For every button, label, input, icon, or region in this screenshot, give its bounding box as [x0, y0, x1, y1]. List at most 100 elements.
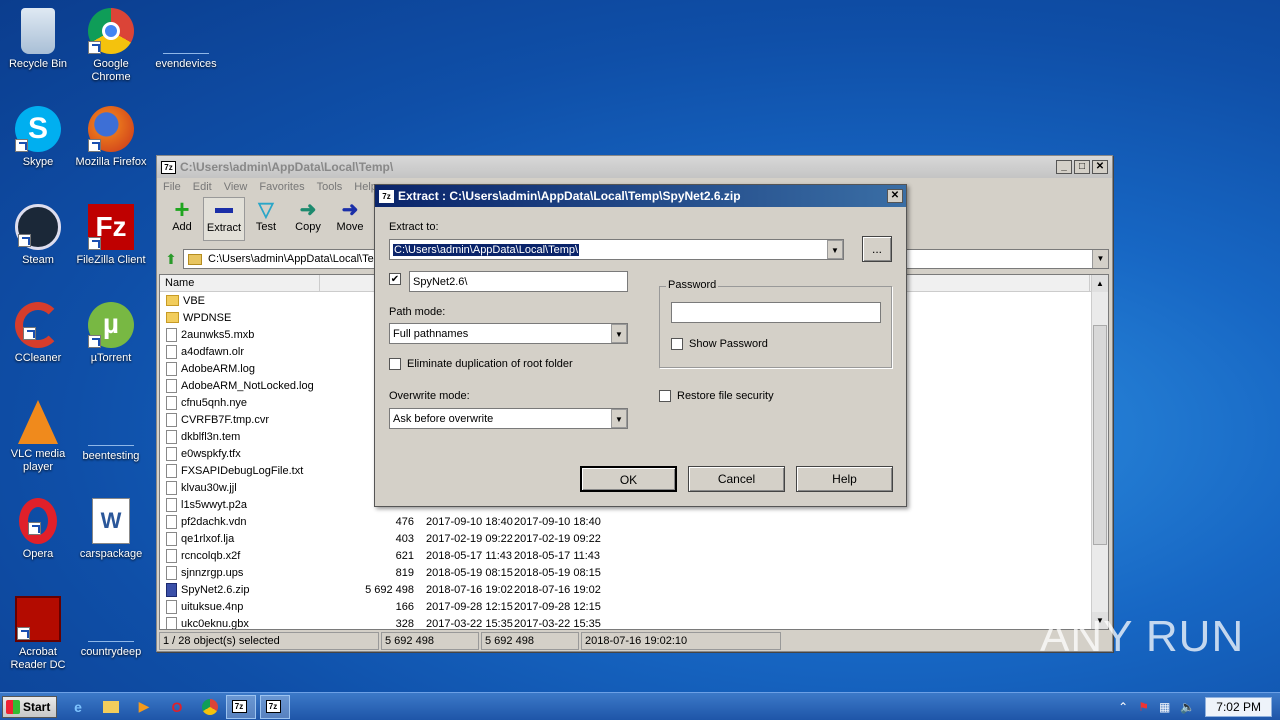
file-icon: [166, 463, 177, 478]
file-icon: [166, 327, 177, 342]
menu-file[interactable]: File: [163, 181, 181, 193]
desktop-icon-label: Skype: [22, 156, 54, 168]
chevron-down-icon[interactable]: ▼: [611, 324, 627, 343]
copy-button[interactable]: ➜ Copy: [287, 197, 329, 241]
window-titlebar[interactable]: 7z C:\Users\admin\AppData\Local\Temp\ _ …: [157, 156, 1112, 178]
column-attributes[interactable]: es: [890, 275, 1090, 291]
desktop-icon-recycle-bin[interactable]: Recycle Bin: [0, 8, 76, 71]
file-name: e0wspkfy.tfx: [181, 447, 241, 460]
overwrite-select[interactable]: Ask before overwrite ▼: [389, 408, 628, 429]
table-row[interactable]: qe1rlxof.lja 403 2017-02-19 09:22 2017-02-1…: [160, 530, 1108, 547]
eliminate-checkbox[interactable]: [389, 358, 401, 370]
restore-security-checkbox[interactable]: [659, 390, 671, 402]
table-row[interactable]: sjnnzrgp.ups 819 2018-05-19 08:15 2018-05-1…: [160, 564, 1108, 581]
cancel-button[interactable]: Cancel: [688, 466, 785, 492]
vertical-scrollbar[interactable]: ▲ ▼: [1091, 275, 1108, 629]
scroll-thumb[interactable]: [1093, 325, 1107, 545]
show-hidden-icons-icon[interactable]: ⌃: [1118, 700, 1128, 714]
eliminate-row[interactable]: Eliminate duplication of root folder: [389, 358, 573, 370]
chevron-down-icon[interactable]: ▼: [827, 240, 843, 259]
up-folder-icon[interactable]: ⬆: [159, 249, 183, 269]
system-tray: ⌃ ⚑ ▦ 🔈 7:02 PM: [1118, 696, 1280, 717]
subfolder-field[interactable]: SpyNet2.6\: [409, 271, 628, 292]
browse-button[interactable]: ...: [862, 236, 892, 262]
path-mode-select[interactable]: Full pathnames ▼: [389, 323, 628, 344]
window-title: C:\Users\admin\AppData\Local\Temp\: [180, 160, 394, 174]
desktop-icon-label: beentesting: [82, 450, 140, 462]
table-row[interactable]: pf2dachk.vdn 476 2017-09-10 18:40 2017-09-1…: [160, 513, 1108, 530]
column-name[interactable]: Name: [160, 275, 320, 291]
file-icon: [166, 378, 177, 393]
restore-security-row[interactable]: Restore file security: [659, 390, 774, 402]
close-button[interactable]: ✕: [1092, 160, 1108, 174]
app-7z-icon: 7z: [379, 189, 394, 203]
desktop-icon-acrobat[interactable]: Acrobat Reader DC: [0, 596, 76, 672]
desktop-icon-beentesting[interactable]: beentesting: [73, 400, 149, 463]
explorer-folder-icon[interactable]: [99, 696, 123, 718]
password-input[interactable]: [671, 302, 881, 323]
add-button[interactable]: + Add: [161, 194, 203, 241]
clock[interactable]: 7:02 PM: [1205, 696, 1272, 717]
desktop-icon-label: µTorrent: [90, 352, 132, 364]
scroll-up-icon[interactable]: ▲: [1092, 275, 1108, 292]
desktop-icon-opera[interactable]: Opera: [0, 498, 76, 561]
extract-button[interactable]: Extract: [203, 197, 245, 241]
help-button[interactable]: Help: [796, 466, 893, 492]
ok-button[interactable]: OK: [580, 466, 677, 492]
table-row[interactable]: uituksue.4np 166 2017-09-28 12:15 2017-09-2…: [160, 598, 1108, 615]
extract-to-field[interactable]: C:\Users\admin\AppData\Local\Temp\ ▼: [389, 239, 844, 260]
desktop-icon-vlc[interactable]: VLC media player: [0, 400, 76, 474]
desktop-icon-label: countrydeep: [80, 646, 142, 658]
dialog-titlebar[interactable]: 7z Extract : C:\Users\admin\AppData\Loca…: [375, 185, 906, 207]
desktop-icon-carspackage[interactable]: W carspackage: [73, 498, 149, 561]
desktop-icon-filezilla[interactable]: Fz FileZilla Client: [73, 204, 149, 267]
file-name-cell: a4odfawn.olr: [160, 344, 364, 359]
desktop-icon-countrydeep[interactable]: countrydeep: [73, 596, 149, 659]
network-icon[interactable]: ▦: [1159, 700, 1170, 714]
test-button[interactable]: ▽ Test: [245, 197, 287, 241]
table-row[interactable]: rcncolqb.x2f 621 2018-05-17 11:43 2018-05-1…: [160, 547, 1108, 564]
folder-icon: [166, 295, 179, 306]
move-button[interactable]: ➜ Move: [329, 197, 371, 241]
desktop-icon-utorrent[interactable]: µ µTorrent: [73, 302, 149, 365]
desktop-icon-evendevices[interactable]: evendevices: [148, 8, 224, 71]
action-center-icon[interactable]: ⚑: [1138, 700, 1149, 714]
media-player-icon[interactable]: ▶: [132, 696, 156, 718]
file-icon: [166, 565, 177, 580]
desktop-icon-steam[interactable]: Steam: [0, 204, 76, 267]
chrome-taskbar-icon[interactable]: [198, 696, 222, 718]
desktop-icon-ccleaner[interactable]: CCleaner: [0, 302, 76, 365]
file-icon: [166, 446, 177, 461]
menu-tools[interactable]: Tools: [317, 181, 343, 193]
ccleaner-icon: [15, 302, 61, 348]
close-icon[interactable]: ✕: [887, 189, 903, 203]
menu-favorites[interactable]: Favorites: [259, 181, 304, 193]
desktop-icon-skype[interactable]: S Skype: [0, 106, 76, 169]
taskbar-app-7zip[interactable]: 7z: [226, 694, 256, 719]
subfolder-checkbox[interactable]: ✔: [389, 273, 401, 285]
minimize-button[interactable]: _: [1056, 160, 1072, 174]
extract-dialog[interactable]: 7z Extract : C:\Users\admin\AppData\Loca…: [374, 184, 907, 507]
menu-edit[interactable]: Edit: [193, 181, 212, 193]
taskbar-app-7zip-extract[interactable]: 7z: [260, 694, 290, 719]
start-button[interactable]: Start: [2, 695, 57, 718]
desktop-icon-label: Recycle Bin: [8, 58, 68, 70]
internet-explorer-icon[interactable]: e: [66, 696, 90, 718]
show-password-checkbox[interactable]: [671, 338, 683, 350]
blank-file-icon: [88, 596, 134, 642]
desktop-icon-chrome[interactable]: Google Chrome: [73, 8, 149, 84]
volume-icon[interactable]: 🔈: [1180, 700, 1195, 714]
table-row[interactable]: ukc0eknu.gbx 328 2017-03-22 15:35 2017-03-2…: [160, 615, 1108, 629]
show-password-row[interactable]: Show Password: [671, 338, 768, 350]
desktop-icon-label: Google Chrome: [91, 58, 131, 83]
file-name: qe1rlxof.lja: [181, 532, 235, 545]
menu-view[interactable]: View: [224, 181, 248, 193]
file-modified: 2017-09-28 12:15: [426, 600, 513, 613]
opera-taskbar-icon[interactable]: O: [165, 696, 189, 718]
table-row[interactable]: SpyNet2.6.zip 5 692 498 2018-07-16 19:02 20…: [160, 581, 1108, 598]
maximize-button[interactable]: □: [1074, 160, 1090, 174]
chevron-down-icon[interactable]: ▼: [611, 409, 627, 428]
chevron-down-icon[interactable]: ▼: [1092, 250, 1108, 268]
file-size: 5 692 498: [365, 583, 414, 596]
desktop-icon-firefox[interactable]: Mozilla Firefox: [73, 106, 149, 169]
